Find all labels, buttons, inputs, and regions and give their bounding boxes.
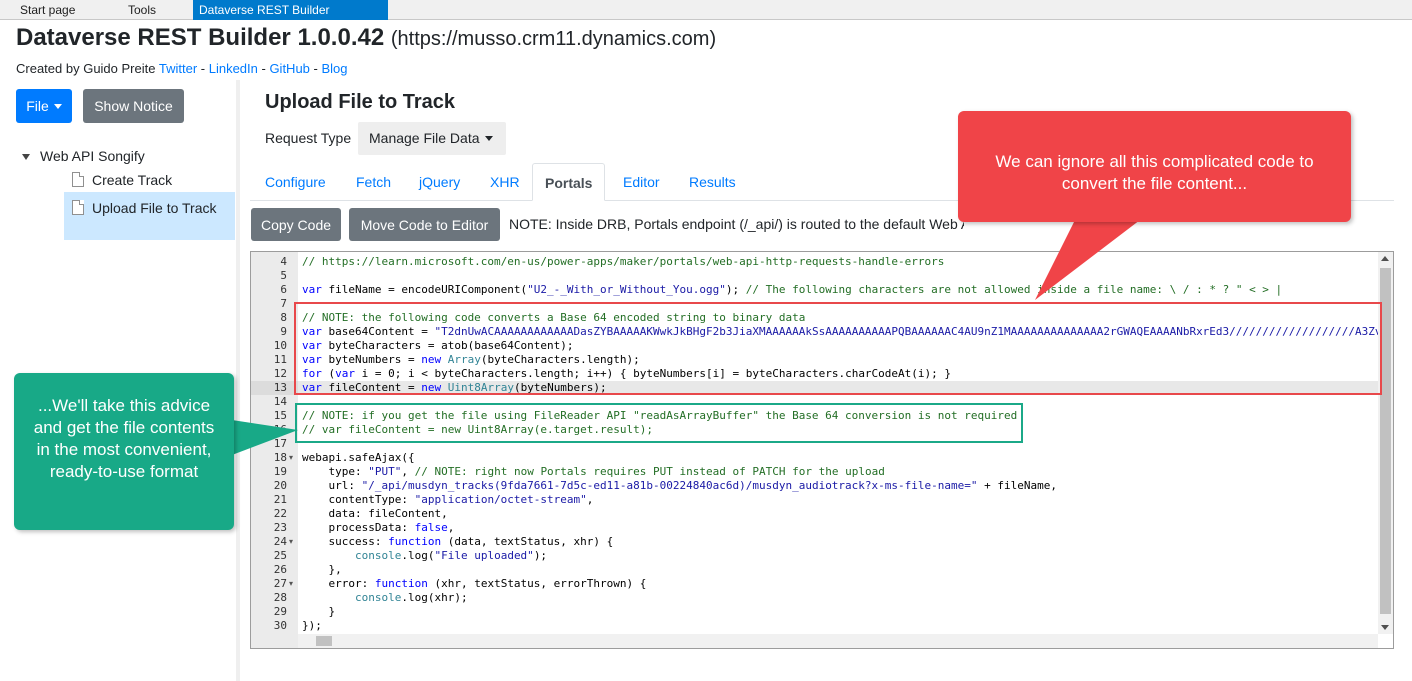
document-icon xyxy=(72,172,84,187)
line-number: 9 xyxy=(280,325,287,338)
twitter-link[interactable]: Twitter xyxy=(159,61,197,76)
line-number: 6 xyxy=(280,283,287,296)
credits-line: Created by Guido Preite Twitter - Linked… xyxy=(16,61,348,76)
code-line[interactable]: console.log("File uploaded"); xyxy=(298,549,1378,563)
highlight-box-filereader-note xyxy=(295,403,1023,443)
line-number: 27 xyxy=(273,577,287,590)
code-line[interactable]: console.log(xhr); xyxy=(298,591,1378,605)
line-number: 20 xyxy=(273,479,287,492)
tree-item-web-api-songify[interactable]: Web API Songify xyxy=(22,148,145,164)
file-menu-button[interactable]: File xyxy=(16,89,72,123)
tab-start-page[interactable]: Start page xyxy=(14,0,81,20)
app-title: Dataverse REST Builder 1.0.0.42 (https:/… xyxy=(16,24,717,51)
line-number: 12 xyxy=(273,367,287,380)
code-line[interactable]: processData: false, xyxy=(298,521,1378,535)
scroll-down-icon[interactable] xyxy=(1381,625,1389,630)
horizontal-scrollbar[interactable] xyxy=(298,634,1378,648)
scroll-up-icon[interactable] xyxy=(1381,256,1389,261)
line-number: 11 xyxy=(273,353,287,366)
tree-item-create-track[interactable]: Create Track xyxy=(72,172,172,188)
code-line[interactable]: } xyxy=(298,605,1378,619)
code-line[interactable]: type: "PUT", // NOTE: right now Portals … xyxy=(298,465,1378,479)
document-icon xyxy=(72,200,84,215)
line-number: 18 xyxy=(273,451,287,464)
code-line[interactable]: url: "/_api/musdyn_tracks(9fda7661-7d5c-… xyxy=(298,479,1378,493)
document-tab-strip: Start page Tools Dataverse REST Builder … xyxy=(0,0,1412,37)
show-notice-button[interactable]: Show Notice xyxy=(83,89,184,123)
tab-fetch[interactable]: Fetch xyxy=(344,163,403,201)
move-code-to-editor-button[interactable]: Move Code to Editor xyxy=(349,208,500,241)
code-line[interactable] xyxy=(298,269,1378,283)
copy-code-button[interactable]: Copy Code xyxy=(251,208,341,241)
portals-note: NOTE: Inside DRB, Portals endpoint (/_ap… xyxy=(509,216,964,232)
tab-dataverse-rest-builder[interactable]: Dataverse REST Builder (Muss... ✕ xyxy=(193,0,388,37)
code-line[interactable]: }, xyxy=(298,563,1378,577)
sidebar-splitter[interactable] xyxy=(236,80,240,681)
green-callout: ...We'll take this advice and get the fi… xyxy=(14,373,234,530)
tab-editor[interactable]: Editor xyxy=(611,163,672,201)
tab-results[interactable]: Results xyxy=(677,163,748,201)
line-number: 28 xyxy=(273,591,287,604)
line-number: 17 xyxy=(273,437,287,450)
expand-triangle-icon[interactable] xyxy=(22,154,30,161)
line-number: 10 xyxy=(273,339,287,352)
github-link[interactable]: GitHub xyxy=(269,61,309,76)
line-number: 8 xyxy=(280,311,287,324)
code-line[interactable]: error: function (xhr, textStatus, errorT… xyxy=(298,577,1378,591)
fold-toggle-icon[interactable]: ▾ xyxy=(289,535,293,549)
line-number: 30 xyxy=(273,619,287,632)
line-number: 24 xyxy=(273,535,287,548)
tree-item-upload-file-to-track[interactable]: Upload File to Track xyxy=(64,192,235,240)
org-url: (https://musso.crm11.dynamics.com) xyxy=(390,28,717,50)
tab-jquery[interactable]: jQuery xyxy=(407,163,472,201)
fold-toggle-icon[interactable]: ▾ xyxy=(289,577,293,591)
line-number: 16 xyxy=(273,423,287,436)
chevron-down-icon xyxy=(485,136,493,141)
linkedin-link[interactable]: LinkedIn xyxy=(209,61,258,76)
code-line[interactable]: var fileName = encodeURIComponent("U2_-_… xyxy=(298,283,1378,297)
highlight-box-conversion-code xyxy=(294,302,1382,395)
code-line[interactable]: }); xyxy=(298,619,1378,633)
line-number: 14 xyxy=(273,395,287,408)
line-number: 21 xyxy=(273,493,287,506)
line-number: 22 xyxy=(273,507,287,520)
tab-xhr[interactable]: XHR xyxy=(478,163,532,201)
line-number: 7 xyxy=(280,297,287,310)
line-number: 19 xyxy=(273,465,287,478)
code-line[interactable]: webapi.safeAjax({ xyxy=(298,451,1378,465)
page-title: Upload File to Track xyxy=(265,91,456,113)
code-line[interactable]: success: function (data, textStatus, xhr… xyxy=(298,535,1378,549)
line-number: 13 xyxy=(251,381,298,395)
caret-down-icon xyxy=(53,103,62,109)
code-line[interactable]: contentType: "application/octet-stream", xyxy=(298,493,1378,507)
blog-link[interactable]: Blog xyxy=(321,61,347,76)
fold-toggle-icon[interactable]: ▾ xyxy=(289,451,293,465)
line-number: 26 xyxy=(273,563,287,576)
request-type-select[interactable]: Manage File Data xyxy=(358,122,506,155)
request-type-label: Request Type xyxy=(265,130,352,146)
line-number: 4 xyxy=(280,255,287,268)
scrollbar-thumb[interactable] xyxy=(316,636,332,646)
line-number: 29 xyxy=(273,605,287,618)
tab-portals[interactable]: Portals xyxy=(532,163,606,201)
red-callout: We can ignore all this complicated code … xyxy=(958,111,1351,222)
code-line[interactable]: data: fileContent, xyxy=(298,507,1378,521)
line-number: 5 xyxy=(280,269,287,282)
tab-configure[interactable]: Configure xyxy=(253,163,338,201)
line-number: 25 xyxy=(273,549,287,562)
tab-tools[interactable]: Tools xyxy=(122,0,162,20)
code-line[interactable]: // https://learn.microsoft.com/en-us/pow… xyxy=(298,255,1378,269)
line-number: 23 xyxy=(273,521,287,534)
line-number: 15 xyxy=(273,409,287,422)
